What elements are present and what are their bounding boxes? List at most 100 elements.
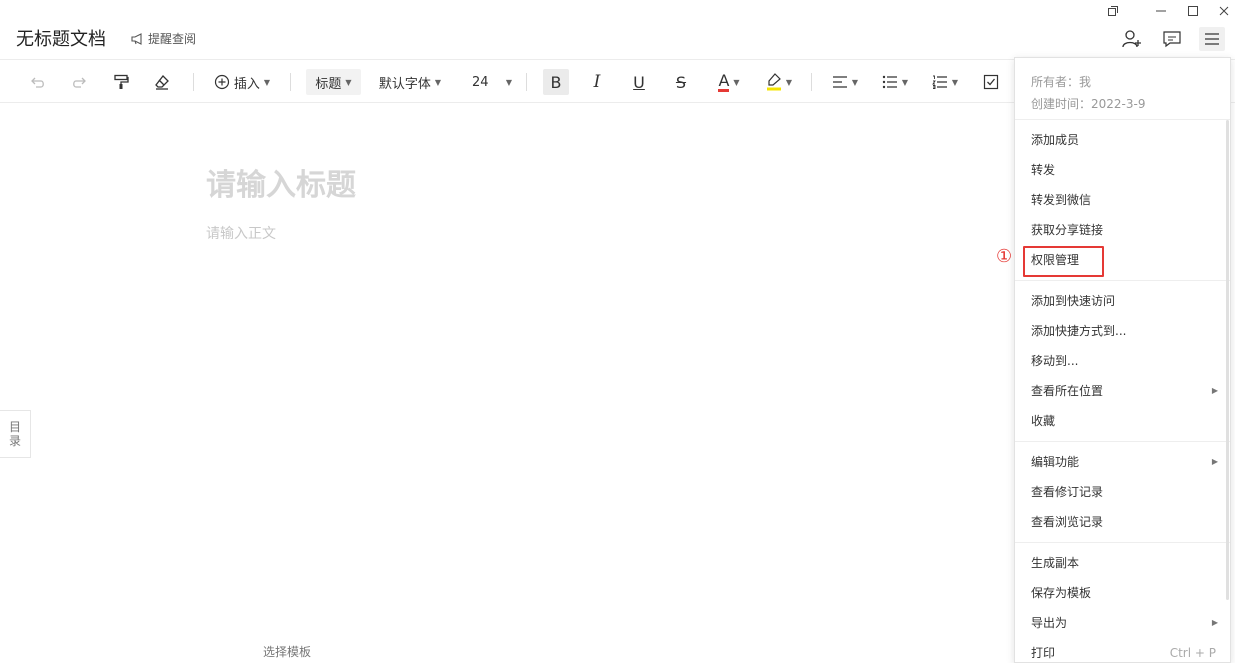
close-window-button[interactable]: [1215, 3, 1233, 19]
choose-template-link[interactable]: 选择模板: [263, 643, 311, 660]
menu-item[interactable]: 查看浏览记录: [1015, 507, 1230, 537]
format-painter-button[interactable]: [110, 69, 132, 95]
heading-style-dropdown[interactable]: 标题 ▼: [306, 69, 361, 95]
menu-item-label: 添加成员: [1031, 133, 1080, 147]
caret-down-icon: ▼: [951, 77, 959, 87]
body-input[interactable]: 请输入正文: [206, 223, 276, 243]
font-family-dropdown[interactable]: 默认字体 ▼: [376, 69, 444, 95]
insert-dropdown[interactable]: 插入 ▼: [211, 69, 273, 95]
menu-item[interactable]: 权限管理: [1015, 245, 1230, 277]
owner-text: 所有者：我: [1031, 75, 1092, 89]
menu-item[interactable]: 转发: [1015, 155, 1230, 185]
menu-item[interactable]: 编辑功能 ▶: [1015, 447, 1230, 477]
menu-item-label: 移动到...: [1031, 354, 1079, 368]
bold-icon: B: [550, 72, 562, 92]
minimize-icon: [1156, 10, 1166, 12]
hamburger-icon: [1205, 33, 1219, 45]
menu-item-label: 编辑功能: [1031, 455, 1080, 469]
menu-item-label: 查看浏览记录: [1031, 515, 1104, 529]
eraser-icon: [155, 75, 169, 90]
menu-item[interactable]: 保存为模板: [1015, 578, 1230, 608]
clear-format-button[interactable]: [151, 69, 173, 95]
align-dropdown[interactable]: ▼: [829, 69, 861, 95]
undo-button[interactable]: [27, 69, 49, 95]
menu-scrollbar[interactable]: [1226, 120, 1229, 600]
menu-item-label: 获取分享链接: [1031, 223, 1104, 237]
menu-item[interactable]: 查看所在位置 ▶: [1015, 376, 1230, 406]
menu-item[interactable]: 导出为 ▶: [1015, 608, 1230, 638]
menu-item-label: 保存为模板: [1031, 586, 1092, 600]
menu-item[interactable]: 生成副本: [1015, 548, 1230, 578]
more-menu-button[interactable]: [1199, 27, 1225, 51]
menu-item[interactable]: 打印 Ctrl + P: [1015, 638, 1230, 663]
comment-icon: [1163, 31, 1181, 48]
strikethrough-button[interactable]: S: [670, 69, 692, 95]
menu-item[interactable]: 添加到快速访问: [1015, 286, 1230, 316]
menu-section: 添加成员转发 转发到微信获取分享链接 权限管理: [1015, 120, 1230, 281]
numbered-list-dropdown[interactable]: ▼: [929, 69, 961, 95]
add-collaborator-button[interactable]: [1119, 27, 1145, 51]
title-bar: 无标题文档 提醒查阅: [0, 0, 1235, 60]
align-left-icon: [832, 76, 847, 88]
highlight-color-button[interactable]: ▼: [763, 69, 795, 95]
toc-label-top: 目: [8, 420, 21, 434]
format-painter-icon: [114, 74, 129, 89]
menu-item[interactable]: 查看修订记录: [1015, 477, 1230, 507]
caret-down-icon: ▼: [901, 77, 909, 87]
submenu-arrow-icon: ▶: [1211, 457, 1218, 466]
checklist-button[interactable]: [980, 69, 1002, 95]
italic-button[interactable]: I: [586, 69, 608, 95]
menu-item[interactable]: 添加快捷方式到...: [1015, 316, 1230, 346]
font-size-value: 24: [472, 74, 489, 90]
megaphone-icon: [131, 32, 142, 45]
shortcut-hint: Ctrl + P: [1169, 646, 1216, 660]
toolbar-divider: [811, 73, 812, 91]
annotation-marker: ①: [996, 246, 1013, 267]
maximize-button[interactable]: [1184, 3, 1202, 19]
undo-icon: [31, 77, 44, 88]
comments-button[interactable]: [1159, 27, 1185, 51]
add-user-icon: [1122, 30, 1141, 48]
redo-button[interactable]: [68, 69, 90, 95]
document-title[interactable]: 无标题文档: [16, 25, 106, 51]
numbered-list-icon: [932, 75, 947, 89]
underline-button[interactable]: U: [628, 69, 650, 95]
menu-item[interactable]: 添加成员: [1015, 125, 1230, 155]
minimize-button[interactable]: [1152, 3, 1170, 19]
checkbox-icon: [983, 74, 999, 90]
font-size-dropdown[interactable]: 24 ▼: [466, 69, 512, 95]
maximize-icon: [1188, 6, 1198, 16]
caret-down-icon: ▼: [345, 77, 352, 87]
toolbar-divider: [526, 73, 527, 91]
menu-item[interactable]: 转发到微信: [1015, 185, 1230, 215]
bold-button[interactable]: B: [543, 69, 569, 95]
title-input[interactable]: 请输入标题: [206, 160, 356, 204]
highlighter-icon: [766, 73, 781, 91]
document-info: 所有者：我 创建时间：2022-3-9: [1015, 58, 1230, 120]
more-options-menu: 所有者：我 创建时间：2022-3-9 添加成员转发 转发到微信获取分享链接 权限管…: [1014, 57, 1231, 663]
remind-button[interactable]: 提醒查阅: [131, 30, 196, 47]
remind-label: 提醒查阅: [148, 32, 197, 46]
menu-item-label: 权限管理: [1031, 253, 1080, 267]
toc-toggle-tab[interactable]: 目 录: [0, 410, 31, 458]
menu-item[interactable]: 收藏: [1015, 406, 1230, 436]
submenu-arrow-icon: ▶: [1211, 618, 1218, 627]
font-color-button[interactable]: A ▼: [713, 69, 745, 95]
menu-item[interactable]: 移动到...: [1015, 346, 1230, 376]
strikethrough-icon: S: [675, 72, 687, 92]
created-date-text: 创建时间：2022-3-9: [1031, 97, 1146, 111]
menu-item[interactable]: 获取分享链接: [1015, 215, 1230, 245]
italic-icon: I: [593, 72, 601, 92]
menu-sections: 添加成员转发 转发到微信获取分享链接 权限管理添加到快速访问添加快捷方式到... 移动…: [1015, 120, 1230, 663]
bullet-list-icon: [882, 75, 897, 89]
pin-window-button[interactable]: [1104, 3, 1122, 19]
font-color-icon: A: [718, 70, 730, 92]
redo-icon: [73, 77, 86, 88]
menu-item-label: 添加到快速访问: [1031, 294, 1116, 308]
toolbar-divider: [193, 73, 194, 91]
menu-item-label: 收藏: [1031, 414, 1056, 428]
caret-down-icon: ▼: [851, 77, 859, 87]
bullet-list-dropdown[interactable]: ▼: [879, 69, 911, 95]
menu-item-label: 查看修订记录: [1031, 485, 1104, 499]
menu-section: 添加到快速访问添加快捷方式到... 移动到... 查看所在位置 ▶ 收藏: [1015, 281, 1230, 442]
